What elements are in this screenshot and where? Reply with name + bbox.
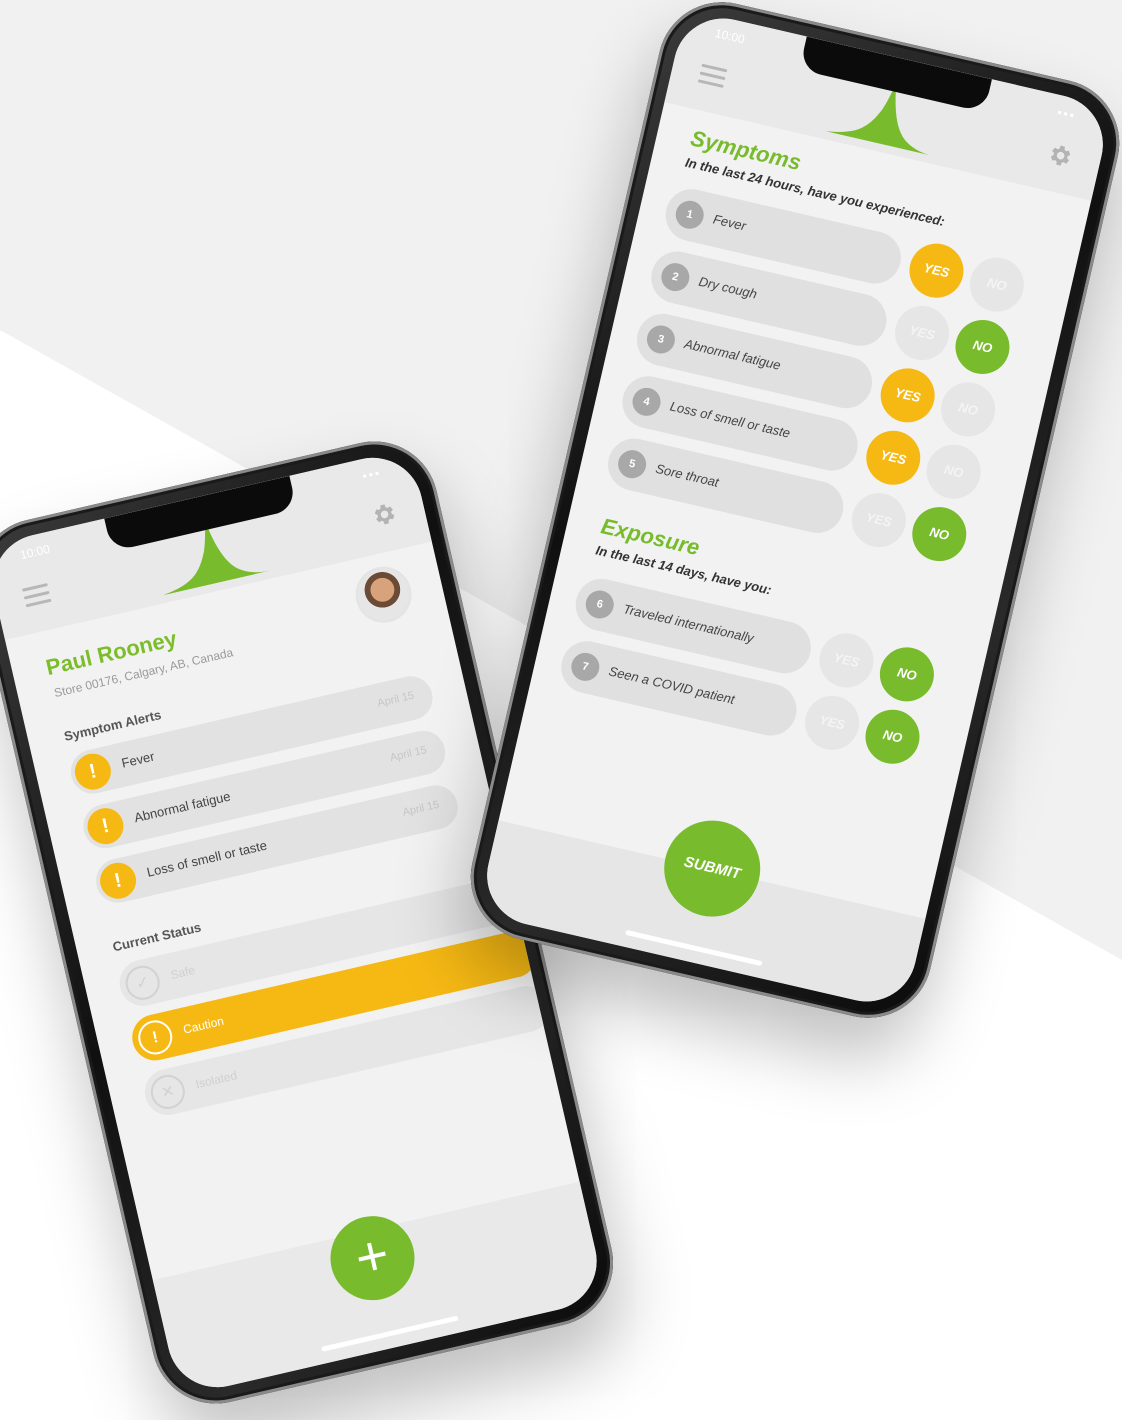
status-label: Caution xyxy=(181,1013,226,1037)
yes-button[interactable]: YES xyxy=(875,363,941,428)
signal-icon: ▪▪▪ xyxy=(1055,105,1078,123)
alert-date: April 15 xyxy=(401,798,441,819)
question-number: 1 xyxy=(672,197,707,232)
question-label: Fever xyxy=(711,211,748,234)
yes-button[interactable]: YES xyxy=(889,300,955,366)
no-button[interactable]: NO xyxy=(921,439,987,505)
alert-label: Loss of smell or taste xyxy=(145,837,269,880)
alert-date: April 15 xyxy=(388,744,428,765)
exclamation-icon: ! xyxy=(71,750,115,794)
question-number: 4 xyxy=(629,385,664,419)
exclamation-icon: ! xyxy=(134,1016,176,1058)
avatar[interactable] xyxy=(353,564,414,625)
no-button[interactable]: NO xyxy=(935,376,1001,442)
signal-icon: ▪▪▪ xyxy=(361,465,383,484)
question-label: Traveled internationally xyxy=(621,601,756,646)
question-label: Loss of smell or taste xyxy=(668,398,792,441)
exclamation-icon: ! xyxy=(96,859,140,903)
question-number: 2 xyxy=(658,260,693,294)
no-button[interactable]: NO xyxy=(874,642,940,707)
status-label: Isolated xyxy=(194,1068,239,1092)
question-label: Abnormal fatigue xyxy=(682,336,783,373)
yes-button[interactable]: YES xyxy=(904,238,969,304)
no-button[interactable]: NO xyxy=(964,252,1030,318)
yes-button[interactable]: YES xyxy=(860,425,926,491)
yes-button[interactable]: YES xyxy=(799,690,865,756)
question-number: 5 xyxy=(615,447,649,481)
no-button[interactable]: NO xyxy=(950,314,1015,380)
question-label: Seen a COVID patient xyxy=(607,663,737,708)
question-number: 7 xyxy=(568,650,603,684)
checkmark-icon: ✓ xyxy=(122,962,164,1004)
status-label: Safe xyxy=(169,962,197,983)
yes-button[interactable]: YES xyxy=(846,487,912,553)
x-icon: ✕ xyxy=(147,1071,189,1113)
exclamation-icon: ! xyxy=(83,804,128,848)
no-button[interactable]: NO xyxy=(860,704,925,770)
question-number: 3 xyxy=(644,322,678,357)
alert-label: Fever xyxy=(120,748,156,771)
question-label: Sore throat xyxy=(654,460,721,490)
question-number: 6 xyxy=(582,587,617,622)
alert-label: Abnormal fatigue xyxy=(132,788,232,826)
alert-date: April 15 xyxy=(376,689,416,710)
no-button[interactable]: NO xyxy=(906,501,972,567)
question-label: Dry cough xyxy=(697,273,759,302)
yes-button[interactable]: YES xyxy=(814,628,879,693)
